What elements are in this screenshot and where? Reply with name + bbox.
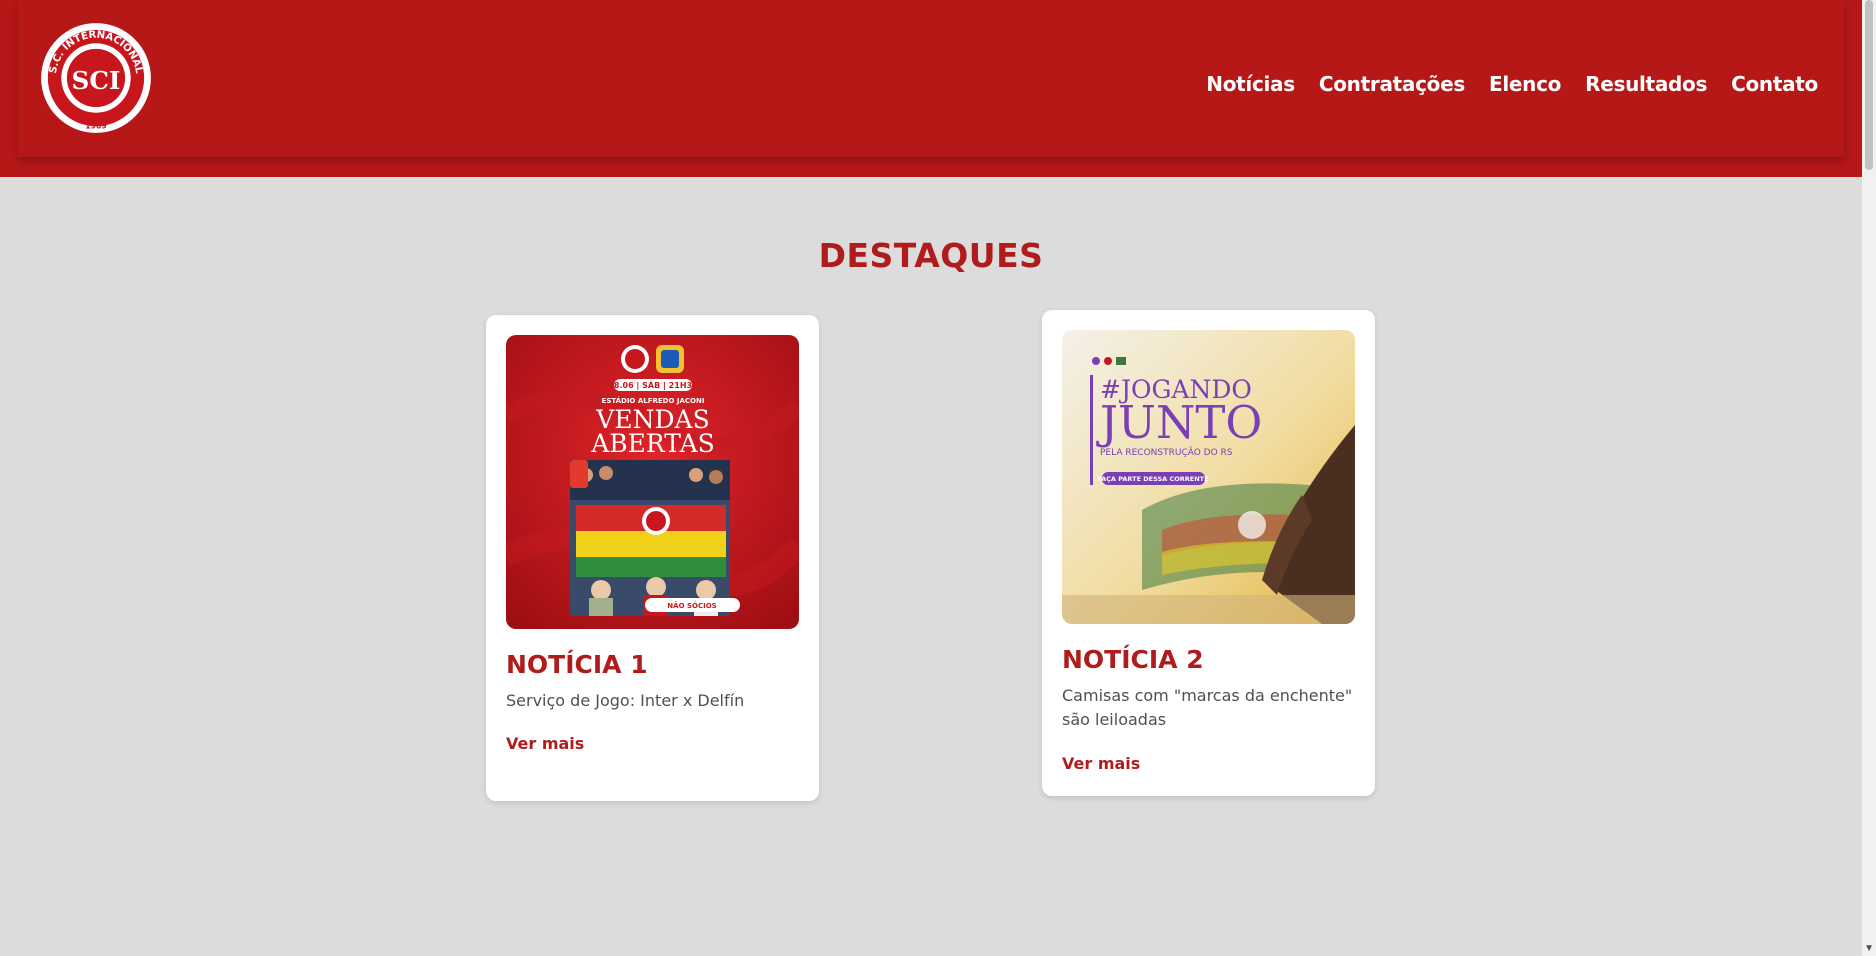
nav-contato[interactable]: Contato [1731, 72, 1818, 96]
page-scrollbar[interactable]: ▼ [1862, 0, 1876, 956]
section-title: DESTAQUES [818, 236, 1044, 275]
card-title: NOTÍCIA 1 [506, 650, 648, 679]
card-description: Serviço de Jogo: Inter x Delfín [506, 691, 745, 710]
image-badge: NÃO SÓCIOS [667, 601, 716, 610]
ver-mais-link[interactable]: Ver mais [506, 734, 584, 753]
news-card: 08.06 | SÁB | 21H30 ESTÁDIO ALFREDO JACO… [486, 315, 819, 801]
image-tag-2: JUNTO [1096, 396, 1262, 449]
image-date-line: 08.06 | SÁB | 21H30 [608, 379, 698, 390]
news-image: #JOGANDO JUNTO PELA RECONSTRUÇÃO DO RS F… [1062, 330, 1355, 624]
main-nav: Notícias Contratações Elenco Resultados … [1206, 72, 1818, 96]
scroll-down-arrow-icon[interactable]: ▼ [1864, 943, 1874, 954]
club-logo-icon[interactable]: S.C. INTERNACIONAL 1909 SCI [40, 22, 152, 134]
card-title: NOTÍCIA 2 [1062, 645, 1204, 674]
image-badge: FAÇA PARTE DESSA CORRENTE [1097, 475, 1208, 483]
nav-resultados[interactable]: Resultados [1585, 72, 1707, 96]
nav-contratacoes[interactable]: Contratações [1319, 72, 1465, 96]
news-image: 08.06 | SÁB | 21H30 ESTÁDIO ALFREDO JACO… [506, 335, 799, 629]
nav-noticias[interactable]: Notícias [1206, 72, 1295, 96]
news-card: #JOGANDO JUNTO PELA RECONSTRUÇÃO DO RS F… [1042, 310, 1375, 796]
site-header: S.C. INTERNACIONAL 1909 SCI Notícias Con… [0, 0, 1862, 177]
card-description: Camisas com "marcas da enchente" são lei… [1062, 686, 1353, 729]
image-stadium: ESTÁDIO ALFREDO JACONI [602, 396, 705, 405]
ver-mais-link[interactable]: Ver mais [1062, 754, 1140, 773]
logo-year: 1909 [85, 121, 107, 130]
logo-monogram: SCI [72, 66, 121, 95]
image-subtitle: PELA RECONSTRUÇÃO DO RS [1100, 447, 1233, 458]
scrollbar-thumb[interactable] [1865, 0, 1873, 170]
image-headline-2: ABERTAS [590, 429, 715, 458]
header-bar: S.C. INTERNACIONAL 1909 SCI Notícias Con… [18, 0, 1844, 157]
nav-elenco[interactable]: Elenco [1489, 72, 1561, 96]
